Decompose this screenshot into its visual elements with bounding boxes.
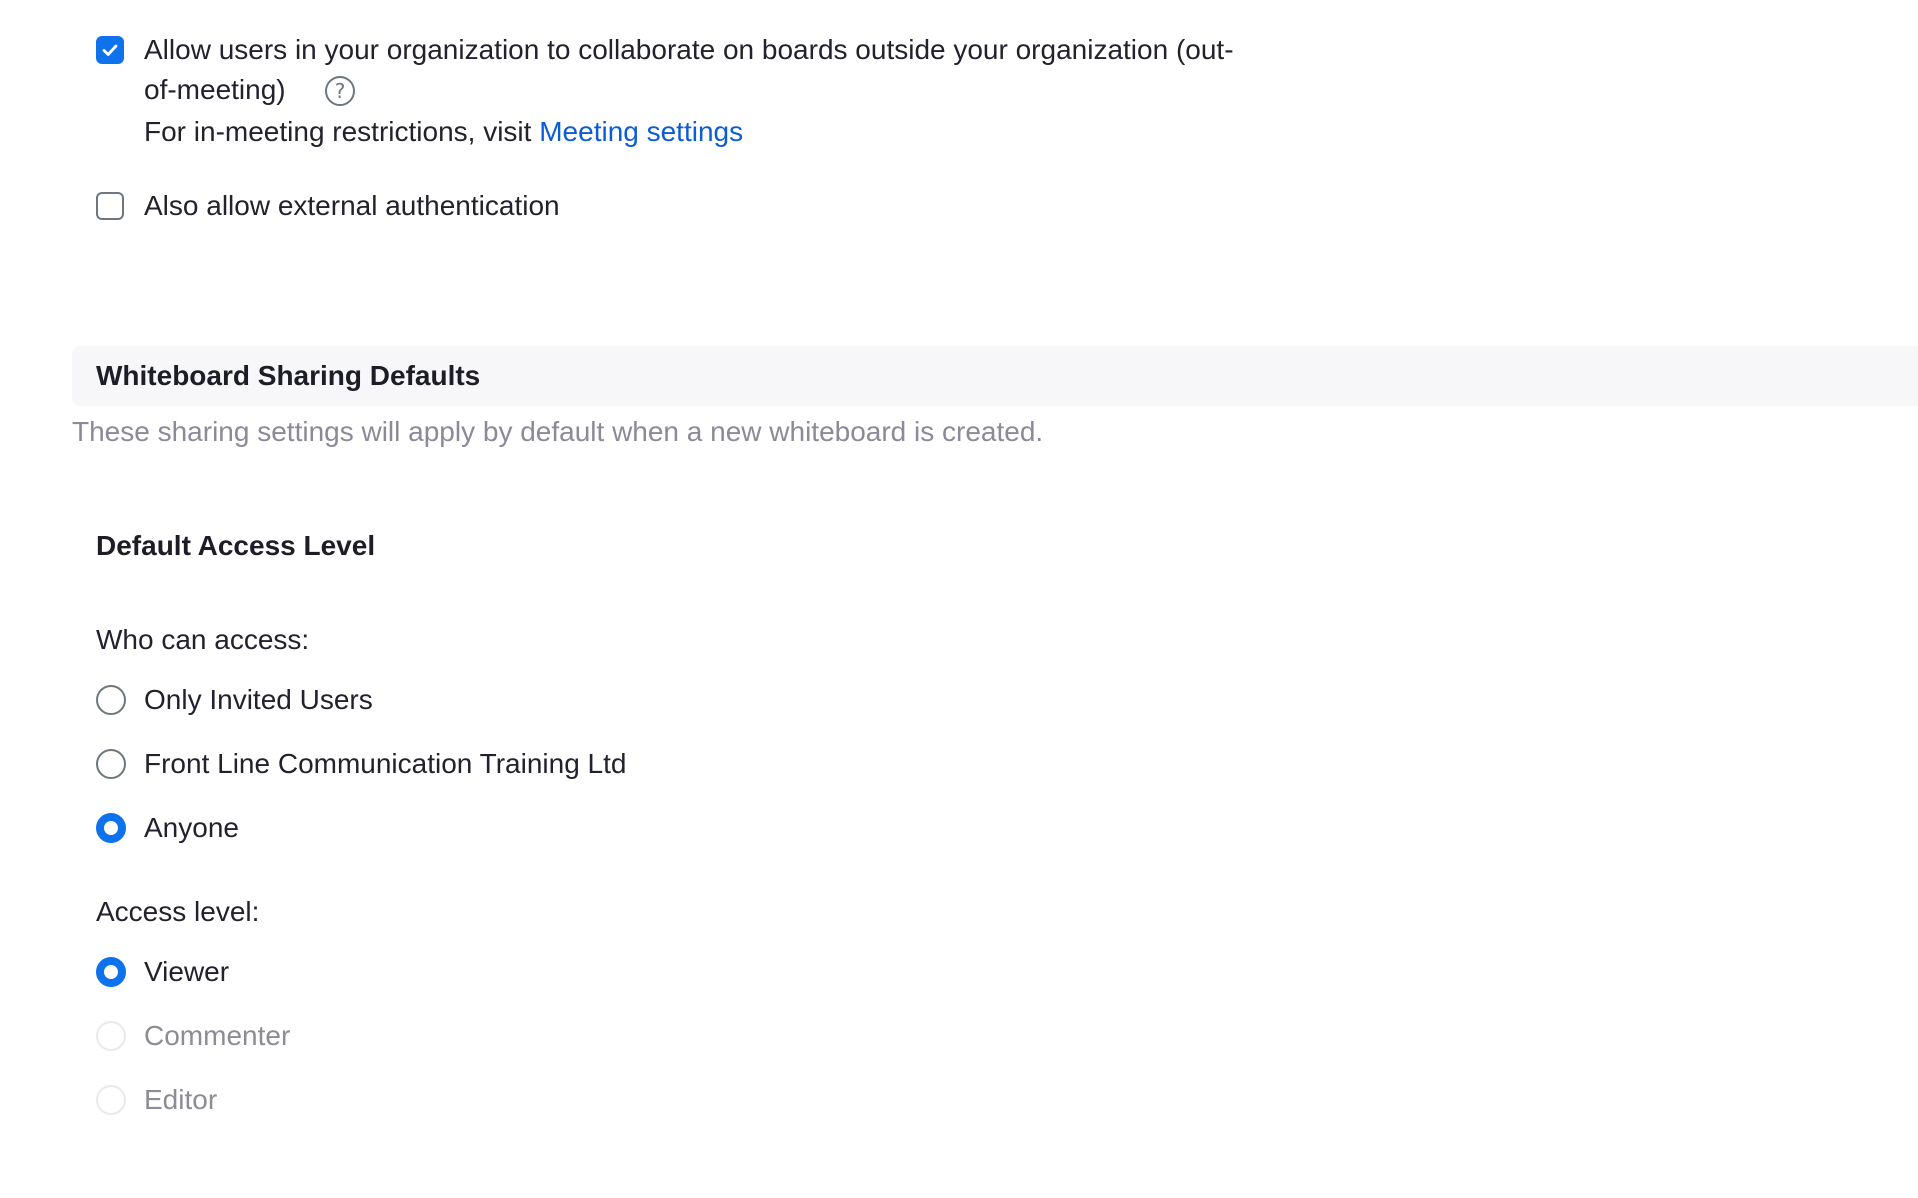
who-can-access-label: Who can access: bbox=[96, 624, 310, 655]
in-meeting-restrictions-note: For in-meeting restrictions, visit Meeti… bbox=[144, 112, 743, 152]
sharing-defaults-description: These sharing settings will apply by def… bbox=[72, 416, 1044, 447]
radio-anyone[interactable] bbox=[96, 813, 126, 843]
radio-viewer[interactable] bbox=[96, 957, 126, 987]
meeting-settings-link[interactable]: Meeting settings bbox=[539, 116, 743, 147]
editor-label: Editor bbox=[144, 1084, 218, 1115]
external-auth-checkbox[interactable] bbox=[96, 192, 124, 220]
external-auth-label: Also allow external authentication bbox=[144, 190, 560, 221]
radio-organization[interactable] bbox=[96, 749, 126, 779]
anyone-label: Anyone bbox=[144, 812, 239, 843]
help-glyph: ? bbox=[334, 79, 346, 103]
default-access-level-title: Default Access Level bbox=[96, 530, 376, 561]
radio-editor[interactable] bbox=[96, 1085, 126, 1115]
only-invited-users-label: Only Invited Users bbox=[144, 684, 373, 715]
check-icon bbox=[102, 44, 118, 56]
in-meeting-restrictions-text: For in-meeting restrictions, visit bbox=[144, 116, 540, 147]
collaborate-outside-org-checkbox[interactable] bbox=[96, 36, 124, 64]
radio-commenter[interactable] bbox=[96, 1021, 126, 1051]
access-level-label: Access level: bbox=[96, 896, 260, 927]
radio-only-invited-users[interactable] bbox=[96, 685, 126, 715]
commenter-label: Commenter bbox=[144, 1020, 291, 1051]
collaborate-outside-org-label-line1: Allow users in your organization to coll… bbox=[144, 34, 1234, 65]
collaborate-outside-org-label-line2: of-meeting) bbox=[144, 74, 286, 105]
organization-label: Front Line Communication Training Ltd bbox=[144, 748, 627, 779]
sharing-defaults-title: Whiteboard Sharing Defaults bbox=[96, 360, 481, 391]
question-circle-icon[interactable]: ? bbox=[325, 76, 355, 106]
viewer-label: Viewer bbox=[144, 956, 230, 987]
